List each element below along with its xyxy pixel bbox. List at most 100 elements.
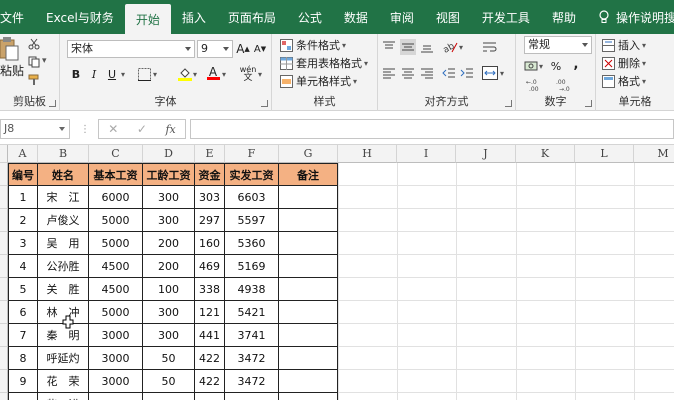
column-header-h[interactable]: H xyxy=(338,145,397,163)
table-cell[interactable]: 147 xyxy=(195,393,225,400)
table-cell[interactable]: 121 xyxy=(195,301,225,324)
row-header[interactable] xyxy=(0,255,8,278)
insert-function-button[interactable]: fx xyxy=(165,123,175,136)
column-header-j[interactable]: J xyxy=(456,145,516,163)
formula-bar-splitter[interactable]: ⋮ xyxy=(80,124,91,135)
table-cell[interactable]: 3000 xyxy=(89,347,143,370)
column-header-a[interactable]: A xyxy=(8,145,38,163)
table-cell[interactable]: 1 xyxy=(8,186,38,209)
orientation-icon[interactable]: ab xyxy=(442,40,458,54)
column-header-l[interactable]: L xyxy=(575,145,634,163)
delete-cells-button[interactable]: 删除 ▾ xyxy=(602,55,646,71)
worksheet-grid[interactable]: A B C D E F G H I J K L M 编号 姓名 基本工资 工龄工资 资金… xyxy=(0,145,674,400)
accounting-format-icon[interactable] xyxy=(524,59,538,73)
underline-dropdown-arrow[interactable]: ▾ xyxy=(121,70,125,79)
row-header[interactable] xyxy=(0,301,8,324)
table-cell[interactable]: 花 荣 xyxy=(38,370,89,393)
table-cell[interactable] xyxy=(279,370,338,393)
phonetic-guide-button[interactable]: wén 文 xyxy=(240,66,257,83)
number-format-select[interactable]: 常规 xyxy=(524,36,592,54)
table-cell[interactable]: 3472 xyxy=(225,347,279,370)
borders-dropdown-arrow[interactable]: ▾ xyxy=(153,70,157,79)
tab-excel-finance[interactable]: Excel与财务 xyxy=(35,0,125,34)
copy-dropdown-arrow[interactable]: ▾ xyxy=(42,56,47,66)
table-cell[interactable]: 422 xyxy=(195,370,225,393)
row-header[interactable] xyxy=(0,393,8,400)
bold-button[interactable]: B xyxy=(68,66,84,82)
table-cell[interactable]: 200 xyxy=(143,255,195,278)
table-cell[interactable]: 160 xyxy=(195,232,225,255)
top-align-icon[interactable] xyxy=(382,40,396,54)
format-as-table-button[interactable]: 套用表格格式 ▾ xyxy=(280,55,368,71)
fill-color-icon[interactable] xyxy=(178,67,192,81)
middle-align-icon[interactable] xyxy=(400,39,416,55)
table-cell[interactable]: 6 xyxy=(8,301,38,324)
table-cell[interactable]: 5421 xyxy=(225,301,279,324)
table-cell[interactable] xyxy=(279,324,338,347)
table-header-cell[interactable]: 编号 xyxy=(8,163,38,186)
comma-style-button[interactable]: , xyxy=(568,56,584,72)
column-header-f[interactable]: F xyxy=(225,145,279,163)
table-cell[interactable]: 公孙胜 xyxy=(38,255,89,278)
table-cell[interactable] xyxy=(279,393,338,400)
row-header[interactable] xyxy=(0,186,8,209)
alignment-launcher[interactable] xyxy=(505,100,512,107)
tab-view[interactable]: 视图 xyxy=(425,0,471,34)
orientation-dropdown-arrow[interactable]: ▾ xyxy=(459,43,463,52)
phonetic-dropdown-arrow[interactable]: ▾ xyxy=(258,70,262,79)
table-cell[interactable]: 9 xyxy=(8,370,38,393)
row-header[interactable] xyxy=(0,163,8,186)
table-cell[interactable]: 6000 xyxy=(89,186,143,209)
decrease-decimal-icon[interactable]: .00→.0 xyxy=(556,78,576,92)
table-cell[interactable]: 3000 xyxy=(89,324,143,347)
table-header-cell[interactable]: 工龄工资 xyxy=(143,163,195,186)
table-cell[interactable] xyxy=(279,232,338,255)
table-cell[interactable]: 吴 用 xyxy=(38,232,89,255)
font-color-button[interactable]: A xyxy=(205,65,221,81)
percent-style-button[interactable]: % xyxy=(548,58,564,74)
row-header[interactable] xyxy=(0,209,8,232)
table-cell[interactable]: 50 xyxy=(143,370,195,393)
paste-button[interactable]: 粘贴 xyxy=(0,36,24,79)
table-cell[interactable]: 300 xyxy=(143,209,195,232)
conditional-formatting-button[interactable]: 条件格式 ▾ xyxy=(280,37,346,53)
cancel-entry-button[interactable]: ✕ xyxy=(108,122,118,136)
borders-icon[interactable] xyxy=(138,68,151,81)
table-cell[interactable]: 50 xyxy=(143,347,195,370)
clipboard-launcher[interactable] xyxy=(49,100,56,107)
table-cell[interactable]: 4500 xyxy=(89,255,143,278)
tab-insert[interactable]: 插入 xyxy=(171,0,217,34)
font-launcher[interactable] xyxy=(261,100,268,107)
table-cell[interactable]: 4938 xyxy=(225,278,279,301)
tab-developer[interactable]: 开发工具 xyxy=(471,0,541,34)
tab-page-layout[interactable]: 页面布局 xyxy=(217,0,287,34)
row-header[interactable] xyxy=(0,278,8,301)
font-size-select[interactable]: 9 xyxy=(197,40,233,58)
column-header-c[interactable]: C xyxy=(89,145,143,163)
name-box[interactable]: J8 xyxy=(0,119,70,139)
table-cell[interactable]: 422 xyxy=(195,347,225,370)
table-cell[interactable]: 441 xyxy=(195,324,225,347)
table-cell[interactable] xyxy=(279,347,338,370)
table-cell[interactable]: 3 xyxy=(8,232,38,255)
table-cell[interactable]: 3000 xyxy=(89,393,143,400)
table-cell[interactable]: 4 xyxy=(8,255,38,278)
table-cell[interactable]: 2 xyxy=(8,209,38,232)
table-cell[interactable]: 柴 进 xyxy=(38,393,89,400)
table-cell[interactable]: 300 xyxy=(143,324,195,347)
tab-data[interactable]: 数据 xyxy=(333,0,379,34)
column-header-m[interactable]: M xyxy=(634,145,674,163)
table-cell[interactable]: 5 xyxy=(8,278,38,301)
table-cell[interactable]: 5597 xyxy=(225,209,279,232)
table-cell[interactable]: 300 xyxy=(143,186,195,209)
table-cell[interactable]: 100 xyxy=(143,278,195,301)
table-header-cell[interactable]: 实发工资 xyxy=(225,163,279,186)
table-cell[interactable]: 呼延灼 xyxy=(38,347,89,370)
table-header-cell[interactable]: 基本工资 xyxy=(89,163,143,186)
accounting-dropdown-arrow[interactable]: ▾ xyxy=(539,62,543,71)
table-cell[interactable]: 4500 xyxy=(89,278,143,301)
font-color-dropdown-arrow[interactable]: ▾ xyxy=(222,70,226,79)
table-cell[interactable] xyxy=(279,301,338,324)
table-cell[interactable]: 5169 xyxy=(225,255,279,278)
confirm-entry-button[interactable]: ✓ xyxy=(137,122,147,136)
